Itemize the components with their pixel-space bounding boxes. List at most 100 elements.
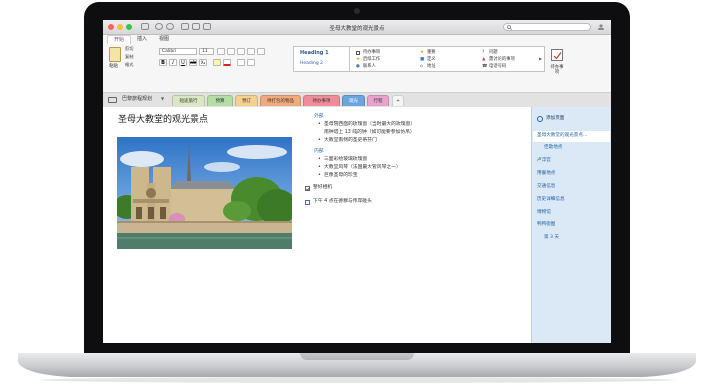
tags-gallery[interactable]: 待办事项 ★ 后续工作 ● 联系人 ★ 重要 ■ 定义 ⌂ 地址 ? 问题 ▲ … xyxy=(349,46,545,72)
increase-indent-icon[interactable] xyxy=(247,48,255,55)
bullet-icon: • xyxy=(318,122,321,127)
tag-important[interactable]: 重要 xyxy=(427,50,436,55)
font-color-icon[interactable] xyxy=(223,59,231,66)
page-title[interactable]: 圣母大教堂的观光景点 xyxy=(118,112,208,125)
section-tab[interactable]: 预订 xyxy=(235,95,258,106)
discuss-tag-icon: ▲ xyxy=(482,57,486,62)
tag-discuss[interactable]: 需讨论的事项 xyxy=(489,57,515,62)
todo-checkbox-2[interactable] xyxy=(305,200,310,205)
section-bar: 巴黎旅程规划 ▼ 短途旅行 预算 预订 待打包的物品 待办事项 观光 行程 + xyxy=(103,93,611,108)
important-tag-icon: ★ xyxy=(420,50,425,55)
todo-button-label: 待办事项 xyxy=(550,65,564,75)
format-painter-button[interactable]: 格式 xyxy=(125,62,133,67)
highlight-color-icon[interactable] xyxy=(213,59,221,66)
list-numbers-icon[interactable] xyxy=(227,48,235,55)
section-tab[interactable]: 观光 xyxy=(342,95,365,106)
definition-tag-icon: ■ xyxy=(420,57,425,62)
decrease-indent-icon[interactable] xyxy=(237,48,245,55)
page-list-item[interactable]: 历史详细信息 xyxy=(537,197,565,203)
inside-item-1[interactable]: 三面彩绘玻璃玫瑰窗 xyxy=(324,157,367,163)
tags-more-icon[interactable]: ▶ xyxy=(539,57,542,61)
paste-label: 粘贴 xyxy=(109,64,118,69)
page-list-item[interactable]: 圣母大教堂的观光景点... xyxy=(537,133,587,139)
question-tag-icon: ? xyxy=(482,50,485,55)
star-tag-icon: ★ xyxy=(356,57,361,62)
section-tab[interactable]: 待打包的物品 xyxy=(260,95,301,106)
page-list-item[interactable]: 交通信息 xyxy=(537,184,555,190)
todo-checkbox-1[interactable] xyxy=(305,186,310,191)
outside-item-3[interactable]: 大教堂南侧的圣史蒂芬门 xyxy=(324,138,377,144)
tab-insert[interactable]: 插入 xyxy=(137,37,147,42)
strikethrough-icon[interactable]: ab xyxy=(189,59,197,66)
paragraph-spacing-icon[interactable] xyxy=(247,59,255,66)
outside-item-2[interactable]: 南钟塔上 13 吨的钟（如可能要参加仿吊） xyxy=(324,130,415,136)
page-list-item[interactable]: 佳歌地点 xyxy=(544,145,562,151)
notre-dame-photo[interactable] xyxy=(117,137,292,249)
tag-phone[interactable]: 电话号码 xyxy=(489,64,506,69)
underline-icon[interactable]: U xyxy=(179,59,187,66)
font-name-dropdown[interactable]: Calibri xyxy=(159,48,197,55)
screen: 圣母大教堂的观光景点 开始 插入 视图 粘贴 剪切 复制 格式 Calibri … xyxy=(103,20,611,343)
section-tab[interactable]: 预算 xyxy=(207,95,233,106)
tag-todo[interactable]: 待办事项 xyxy=(363,50,380,55)
tag-question[interactable]: 问题 xyxy=(489,50,498,55)
outside-heading[interactable]: 外部 xyxy=(314,114,324,120)
ribbon: 开始 插入 视图 粘贴 剪切 复制 格式 Calibri 11 B I U ab… xyxy=(103,35,611,93)
address-tag-icon: ⌂ xyxy=(420,64,423,69)
cut-button[interactable]: 剪切 xyxy=(125,46,133,51)
checkbox-tag-icon xyxy=(356,51,360,55)
tab-home-label: 开始 xyxy=(114,37,125,43)
page-list-item[interactable]: 博物馆 xyxy=(537,210,551,216)
list-bullets-icon[interactable] xyxy=(217,48,225,55)
font-size-dropdown[interactable]: 11 xyxy=(199,48,214,55)
style-heading-1[interactable]: Heading 1 xyxy=(300,51,329,56)
title-bar: 圣母大教堂的观光景点 xyxy=(103,20,611,35)
phone-tag-icon: ☎ xyxy=(482,64,488,69)
laptop-shadow xyxy=(40,377,674,383)
inside-item-2[interactable]: 大教堂风琴（法国最大管风琴之一） xyxy=(324,165,401,171)
page-list-item[interactable]: 卢浮宫 xyxy=(537,158,551,164)
tag-address[interactable]: 地址 xyxy=(427,64,436,69)
paste-icon[interactable] xyxy=(109,47,121,62)
section-tab[interactable]: 短途旅行 xyxy=(172,95,205,106)
tag-definition[interactable]: 定义 xyxy=(427,57,436,62)
bold-icon[interactable]: B xyxy=(159,59,167,66)
search-field[interactable] xyxy=(503,23,591,31)
notebook-name[interactable]: 巴黎旅程规划 xyxy=(122,97,152,102)
contact-tag-icon: ● xyxy=(356,64,360,69)
tag-contact[interactable]: 联系人 xyxy=(363,64,376,69)
share-icon[interactable] xyxy=(597,24,605,30)
page-list-item[interactable]: 第 3 天 xyxy=(544,235,559,241)
copy-button[interactable]: 复制 xyxy=(125,54,133,59)
tab-view[interactable]: 视图 xyxy=(159,37,169,42)
add-section-button[interactable]: + xyxy=(392,95,404,106)
italic-icon[interactable]: I xyxy=(169,59,177,66)
laptop-notch xyxy=(300,353,414,360)
add-page-icon[interactable] xyxy=(537,116,543,122)
page-list-item[interactable]: 用餐地点 xyxy=(537,171,555,177)
inside-heading[interactable]: 内部 xyxy=(314,149,324,155)
style-heading-2[interactable]: Heading 2 xyxy=(300,61,323,67)
page-list-item[interactable]: 鸭鸭街图 xyxy=(537,222,555,228)
section-tab[interactable]: 行程 xyxy=(367,95,389,106)
section-tab[interactable]: 待办事项 xyxy=(303,95,340,106)
add-page-button[interactable]: 添加页面 xyxy=(546,116,564,122)
camera xyxy=(354,8,360,14)
bullet-icon: • xyxy=(318,138,321,143)
subscript-icon[interactable]: X₂ xyxy=(199,59,207,66)
todo-check-icon[interactable] xyxy=(551,49,563,61)
align-icon[interactable] xyxy=(237,59,245,66)
search-icon xyxy=(507,25,512,30)
notebook-dropdown-icon[interactable]: ▼ xyxy=(161,97,164,101)
styles-gallery[interactable]: Heading 1 Heading 2 xyxy=(293,46,351,72)
tab-home[interactable]: 开始 xyxy=(107,35,131,44)
bullet-icon: • xyxy=(318,157,321,162)
tag-followup[interactable]: 后续工作 xyxy=(363,57,380,62)
bullet-icon: • xyxy=(318,173,321,178)
todo-text-2[interactable]: 下午 4 点在德穆与传岸碰头 xyxy=(313,199,372,205)
todo-text-1[interactable]: 整好相机 xyxy=(313,185,332,191)
bullet-icon: • xyxy=(318,165,321,170)
inside-item-3[interactable]: 巨像圣母的珍宝 xyxy=(324,173,358,179)
outside-item-1[interactable]: 圣母院西面的玫瑰窗（当时最大的玫瑰窗） xyxy=(324,122,415,128)
clear-formatting-icon[interactable] xyxy=(257,48,265,55)
